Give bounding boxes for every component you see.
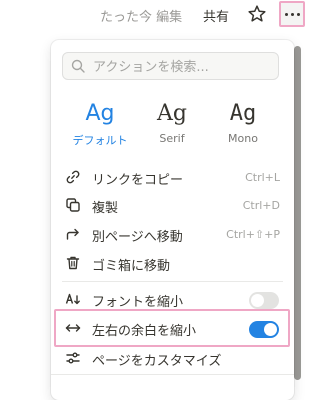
font-option-serif[interactable]: Ag Serif bbox=[137, 100, 207, 145]
last-edited-label: たった今 編集 bbox=[100, 10, 183, 25]
share-button[interactable]: 共有 bbox=[203, 6, 229, 25]
menu-item-label: フォントを縮小 bbox=[92, 295, 184, 310]
menu-item-move-to[interactable]: 別ページへ移動 Ctrl+⇧+P bbox=[51, 220, 294, 248]
font-name-mono: Mono bbox=[228, 132, 258, 145]
customize-sliders-icon bbox=[66, 352, 80, 364]
more-horizontal-icon bbox=[284, 12, 288, 16]
move-arrow-icon bbox=[66, 228, 79, 240]
font-option-default[interactable]: Ag デフォルト bbox=[65, 100, 135, 148]
menu-item-customize-page[interactable]: ページをカスタマイズ bbox=[51, 344, 294, 372]
action-search-input[interactable] bbox=[91, 56, 275, 78]
more-options-button[interactable] bbox=[279, 1, 305, 27]
search-icon bbox=[71, 59, 85, 73]
font-preview-default: Ag bbox=[85, 101, 115, 126]
font-name-default: デフォルト bbox=[72, 134, 128, 147]
duplicate-icon bbox=[66, 198, 80, 212]
menu-divider bbox=[62, 281, 283, 282]
toggle-knob bbox=[251, 294, 264, 307]
action-search-box[interactable] bbox=[62, 52, 279, 80]
font-option-mono[interactable]: Ag Mono bbox=[208, 100, 278, 145]
scrollbar[interactable] bbox=[294, 46, 301, 380]
star-icon[interactable] bbox=[247, 4, 267, 24]
menu-item-move-to-trash[interactable]: ゴミ箱に移動 bbox=[51, 249, 294, 277]
menu-item-label: リンクをコピー bbox=[92, 173, 184, 188]
menu-item-label: ゴミ箱に移動 bbox=[92, 259, 171, 274]
small-text-toggle[interactable] bbox=[249, 292, 279, 309]
top-bar: たった今 編集 共有 bbox=[0, 0, 316, 30]
shortcut-hint: Ctrl+D bbox=[242, 199, 280, 212]
link-icon bbox=[66, 170, 80, 184]
trash-icon bbox=[66, 256, 80, 270]
menu-item-copy-link[interactable]: リンクをコピー Ctrl+L bbox=[51, 163, 294, 191]
menu-item-label: 複製 bbox=[92, 201, 119, 216]
highlight-box bbox=[54, 309, 290, 347]
font-name-serif: Serif bbox=[159, 132, 185, 145]
small-text-icon bbox=[65, 293, 80, 305]
shortcut-hint: Ctrl+⇧+P bbox=[226, 228, 280, 241]
font-preview-mono: Ag bbox=[229, 101, 257, 126]
menu-item-duplicate[interactable]: 複製 Ctrl+D bbox=[51, 191, 294, 219]
shortcut-hint: Ctrl+L bbox=[245, 171, 280, 184]
menu-divider bbox=[51, 374, 294, 375]
font-preview-serif: Ag bbox=[157, 101, 187, 126]
menu-item-label: ページをカスタマイズ bbox=[92, 354, 222, 369]
menu-item-label: 別ページへ移動 bbox=[92, 230, 183, 245]
